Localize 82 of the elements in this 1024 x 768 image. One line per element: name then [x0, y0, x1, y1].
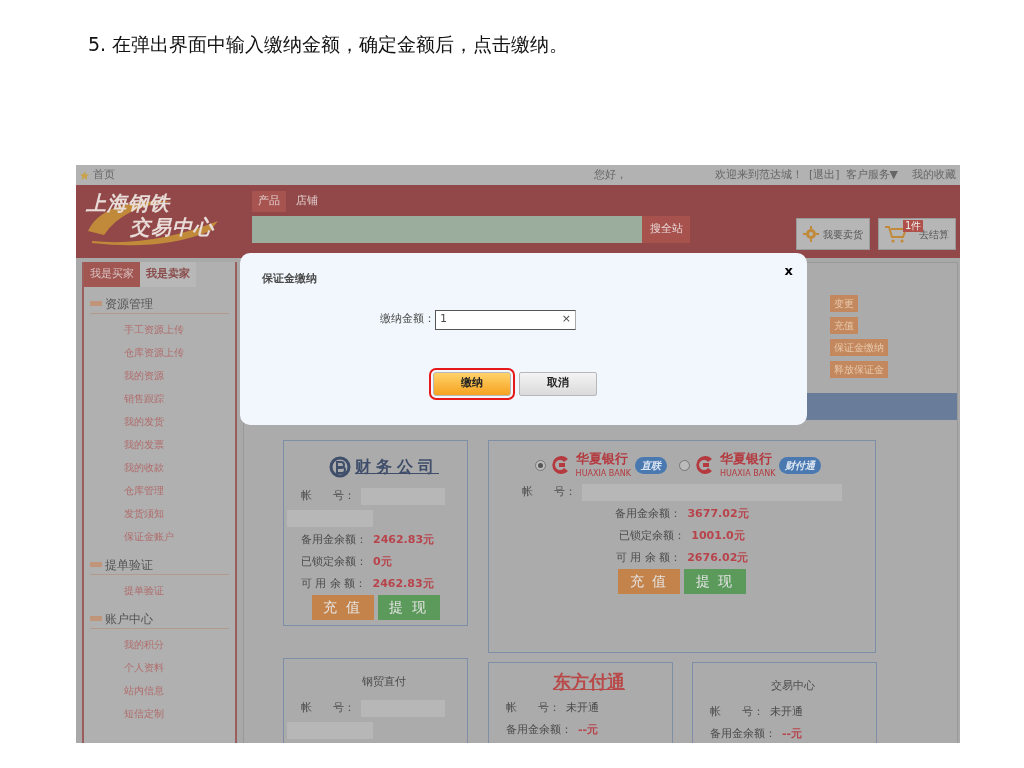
sidebar-link[interactable]: 我的发货: [124, 409, 235, 433]
checkout-button[interactable]: 1件 去结算: [878, 218, 956, 250]
home-link[interactable]: 首页: [93, 166, 115, 184]
recharge-button[interactable]: 充 值: [618, 569, 680, 594]
instruction-text: 5. 在弹出界面中输入缴纳金额，确定金额后，点击缴纳。: [88, 32, 570, 57]
field-label: 已锁定余额：: [301, 553, 367, 570]
top-link[interactable]: [退出]: [808, 166, 840, 184]
sidebar-link[interactable]: 我的发票: [124, 432, 235, 456]
radio-button[interactable]: [534, 459, 546, 471]
status-value: 未开通: [770, 703, 803, 720]
search-button[interactable]: 搜全站: [642, 215, 690, 243]
dialog-title: 保证金缴纳: [262, 271, 317, 287]
action-link[interactable]: 变更: [830, 295, 858, 312]
bank-tag: 直联: [635, 456, 667, 474]
finance-logo-icon: [329, 456, 351, 478]
recharge-button[interactable]: 充 值: [311, 595, 374, 620]
amount-value: --元: [782, 725, 803, 742]
field-label: 备用金余额：: [301, 531, 367, 548]
sidebar-tab[interactable]: 我是卖家: [140, 262, 196, 287]
field-label: 帐 号：: [301, 699, 355, 716]
top-link[interactable]: 客户服务▼: [845, 166, 898, 184]
section-icon: [90, 301, 102, 306]
search-tab[interactable]: 店铺: [290, 191, 324, 212]
account-title: 交易中心: [771, 677, 815, 694]
cart-icon: [885, 225, 907, 243]
field-label: 可 用 余 额：: [301, 575, 367, 592]
amount-value: 2676.02元: [687, 549, 749, 566]
field-label: 缴纳金额：: [380, 311, 435, 328]
status-value: 未开通: [566, 699, 599, 716]
account-title: 钢贸直付: [362, 673, 406, 690]
radio-button[interactable]: [679, 459, 690, 471]
bank-name: 华夏银行: [720, 451, 772, 467]
field-label: 备用金余额：: [506, 721, 572, 738]
field-label: 备用金余额：: [710, 725, 776, 742]
bank-latin-name: HUAXIA BANK: [720, 468, 776, 478]
gear-icon: [803, 226, 819, 242]
close-button[interactable]: x: [784, 263, 793, 279]
bank-name: 华夏银行: [575, 451, 628, 467]
amount-field[interactable]: 1 ×: [435, 309, 576, 330]
field-label: 帐 号：: [522, 483, 576, 500]
sell-button[interactable]: 我要卖货: [796, 218, 870, 250]
cart-count-badge: 1件: [903, 220, 924, 232]
bank-tag: 财付通: [779, 456, 822, 474]
top-link[interactable]: 欢迎来到范达城！: [714, 166, 803, 184]
section-icon: [90, 616, 102, 621]
clear-icon[interactable]: ×: [561, 311, 571, 328]
sidebar-tab[interactable]: 我是买家: [84, 262, 140, 287]
section-title: 账户中心: [105, 610, 153, 628]
withdraw-button[interactable]: 提 现: [377, 595, 440, 620]
section-title: 提单验证: [105, 556, 153, 574]
sidebar-link[interactable]: 站内信息: [124, 678, 235, 702]
amount-value: 3677.02元: [687, 505, 749, 522]
cancel-button[interactable]: 取消: [519, 371, 597, 396]
field-label: 帐 号：: [301, 487, 355, 504]
action-link[interactable]: 保证金缴纳: [830, 339, 888, 356]
amount-value: 2462.83元: [372, 575, 434, 592]
field-label: 已锁定余额：: [619, 527, 686, 544]
amount-value: 1001.0元: [691, 527, 745, 544]
action-link[interactable]: 充值: [830, 317, 858, 334]
section-title: 资源管理: [105, 295, 153, 313]
search-field[interactable]: [252, 215, 642, 243]
sidebar-link[interactable]: 短信定制: [124, 701, 235, 725]
brand-logo-text: 东方付通: [553, 671, 625, 693]
logo-text: 交易中心: [130, 215, 216, 239]
amount-value: 2462.83元: [373, 531, 435, 548]
field-label: 帐 号：: [710, 703, 764, 720]
amount-value: 0元: [373, 553, 392, 570]
field-label: 可 用 余 额：: [615, 549, 682, 566]
field-label: 帐 号：: [506, 699, 560, 716]
search-tab[interactable]: 产品: [252, 191, 286, 212]
section-icon: [90, 562, 102, 567]
greeting-text: 您好，: [593, 166, 627, 183]
bank-latin-name: HUAXIA BANK: [575, 468, 631, 478]
sidebar-link[interactable]: 保证金账户: [124, 524, 235, 548]
logo-text: 上海钢铁: [86, 191, 172, 215]
action-link[interactable]: 释放保证金: [830, 361, 888, 378]
company-logo-text: 财务公司: [355, 456, 439, 478]
field-label: 备用金余额：: [615, 505, 682, 522]
withdraw-button[interactable]: 提 现: [684, 569, 746, 594]
top-link[interactable]: 我的收藏: [912, 166, 956, 184]
amount-value: --元: [578, 721, 599, 738]
star-icon: [80, 170, 89, 180]
